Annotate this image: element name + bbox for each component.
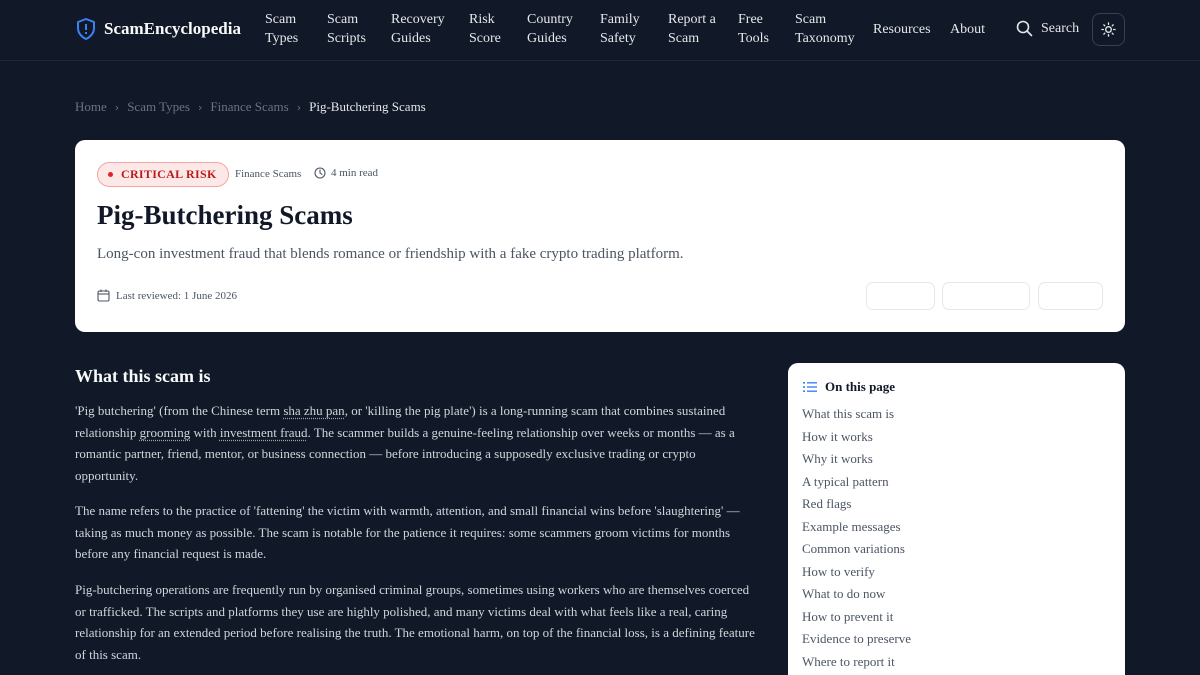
toc-item[interactable]: How to verify bbox=[802, 561, 911, 584]
shield-icon bbox=[77, 18, 95, 40]
risk-dot-icon bbox=[108, 172, 113, 177]
toc-item[interactable]: How to prevent it bbox=[802, 606, 911, 629]
nav-label: Report a bbox=[668, 12, 716, 27]
nav-label: Resources bbox=[873, 22, 931, 37]
nav-family-safety[interactable]: Family Safety bbox=[600, 10, 640, 48]
glossary-term[interactable]: investment fraud bbox=[220, 425, 308, 440]
breadcrumb-finance-scams[interactable]: Finance Scams bbox=[210, 99, 288, 115]
clock-icon bbox=[314, 167, 326, 179]
nav-label: Scam bbox=[795, 12, 827, 27]
nav-scam-scripts[interactable]: Scam Scripts bbox=[327, 10, 366, 48]
nav-report-scam[interactable]: Report a Scam bbox=[668, 10, 716, 48]
paragraph-2: The name refers to the practice of 'fatt… bbox=[75, 503, 740, 561]
nav-label: Safety bbox=[600, 31, 636, 46]
theme-toggle-button[interactable] bbox=[1092, 13, 1125, 46]
page-title: Pig-Butchering Scams bbox=[97, 200, 353, 230]
sun-icon bbox=[1101, 22, 1116, 37]
chevron-right-icon: › bbox=[197, 100, 203, 114]
breadcrumb-current: Pig-Butchering Scams bbox=[309, 99, 426, 114]
search-icon bbox=[1016, 20, 1033, 37]
nav-label: Scam bbox=[327, 12, 359, 27]
toc-item[interactable]: Why it works bbox=[802, 448, 911, 471]
table-of-contents: On this page What this scam is How it wo… bbox=[788, 363, 1125, 675]
paragraph-3: Pig-butchering operations are frequently… bbox=[75, 582, 755, 662]
section-title: What this scam is bbox=[75, 366, 211, 386]
last-reviewed: Last reviewed: 1 June 2026 bbox=[97, 289, 237, 302]
nav-label: Scripts bbox=[327, 31, 366, 46]
search-label: Search bbox=[1041, 20, 1080, 36]
nav-label: Scam bbox=[668, 31, 700, 46]
read-time-label: 4 min read bbox=[331, 167, 379, 179]
category-link[interactable]: Finance Scams bbox=[235, 168, 301, 180]
list-icon bbox=[803, 382, 817, 392]
nav-resources[interactable]: Resources bbox=[873, 20, 931, 39]
glossary-term[interactable]: sha zhu pan bbox=[283, 403, 344, 418]
last-reviewed-label: Last reviewed: 1 June 2026 bbox=[116, 289, 237, 302]
breadcrumb: Home › Scam Types › Finance Scams › Pig-… bbox=[75, 99, 426, 115]
risk-badge-label: CRITICAL RISK bbox=[121, 167, 217, 181]
toc-header: On this page bbox=[803, 379, 895, 395]
toc-item[interactable]: Red flags bbox=[802, 493, 911, 516]
breadcrumb-home[interactable]: Home bbox=[75, 99, 107, 115]
search-button[interactable]: Search bbox=[1016, 20, 1079, 37]
nav-label: Country bbox=[527, 12, 573, 27]
site-header: ScamEncyclopedia Scam Types Scam Scripts… bbox=[0, 0, 1200, 61]
action-button-3[interactable] bbox=[1038, 282, 1103, 310]
page-subtitle: Long-con investment fraud that blends ro… bbox=[97, 246, 684, 262]
paragraph-1: 'Pig butchering' (from the Chinese term … bbox=[75, 400, 755, 486]
text-span: with bbox=[190, 424, 220, 440]
nav-country-guides[interactable]: Country Guides bbox=[527, 10, 573, 48]
toc-item[interactable]: How it works bbox=[802, 426, 911, 449]
nav-label: Score bbox=[469, 31, 501, 46]
nav-scam-types[interactable]: Scam Types bbox=[265, 10, 298, 48]
nav-label: Guides bbox=[527, 31, 567, 46]
nav-scam-taxonomy[interactable]: Scam Taxonomy bbox=[795, 10, 855, 48]
read-time: 4 min read bbox=[314, 167, 378, 179]
logo-text: ScamEncyclopedia bbox=[104, 19, 241, 38]
chevron-right-icon: › bbox=[296, 100, 302, 114]
toc-item[interactable]: A typical pattern bbox=[802, 471, 911, 494]
toc-list: What this scam is How it works Why it wo… bbox=[802, 403, 911, 673]
action-button-2[interactable] bbox=[942, 282, 1030, 310]
risk-badge: CRITICAL RISK bbox=[97, 162, 229, 187]
toc-item[interactable]: Evidence to preserve bbox=[802, 628, 911, 651]
nav-label: About bbox=[950, 22, 985, 37]
nav-recovery-guides[interactable]: Recovery Guides bbox=[391, 10, 445, 48]
chevron-right-icon: › bbox=[114, 100, 120, 114]
text-span: 'Pig butchering' (from the Chinese term bbox=[75, 403, 284, 418]
nav-label: Risk bbox=[469, 12, 495, 27]
nav-label: Tools bbox=[738, 31, 769, 46]
toc-title: On this page bbox=[825, 379, 896, 394]
nav-label: Free bbox=[738, 12, 763, 27]
site-logo[interactable]: ScamEncyclopedia bbox=[76, 18, 241, 40]
nav-risk-score[interactable]: Risk Score bbox=[469, 10, 501, 48]
nav-label: Recovery bbox=[391, 12, 445, 27]
nav-label: Scam bbox=[265, 12, 297, 27]
toc-item[interactable]: Where to report it bbox=[802, 651, 911, 674]
nav-free-tools[interactable]: Free Tools bbox=[738, 10, 769, 48]
toc-item[interactable]: Common variations bbox=[802, 538, 911, 561]
glossary-term[interactable]: grooming bbox=[140, 425, 191, 440]
nav-label: Types bbox=[265, 31, 299, 46]
breadcrumb-scam-types[interactable]: Scam Types bbox=[127, 99, 190, 115]
nav-label: Guides bbox=[391, 31, 431, 46]
nav-label: Taxonomy bbox=[795, 31, 855, 46]
toc-item[interactable]: Example messages bbox=[802, 516, 911, 539]
toc-item[interactable]: What this scam is bbox=[802, 403, 911, 426]
action-button-1[interactable] bbox=[866, 282, 935, 310]
calendar-icon bbox=[97, 289, 110, 302]
hero-card: CRITICAL RISK Finance Scams 4 min read P… bbox=[75, 140, 1125, 332]
toc-item[interactable]: What to do now bbox=[802, 583, 911, 606]
nav-about[interactable]: About bbox=[950, 20, 985, 39]
nav-label: Family bbox=[600, 12, 640, 27]
